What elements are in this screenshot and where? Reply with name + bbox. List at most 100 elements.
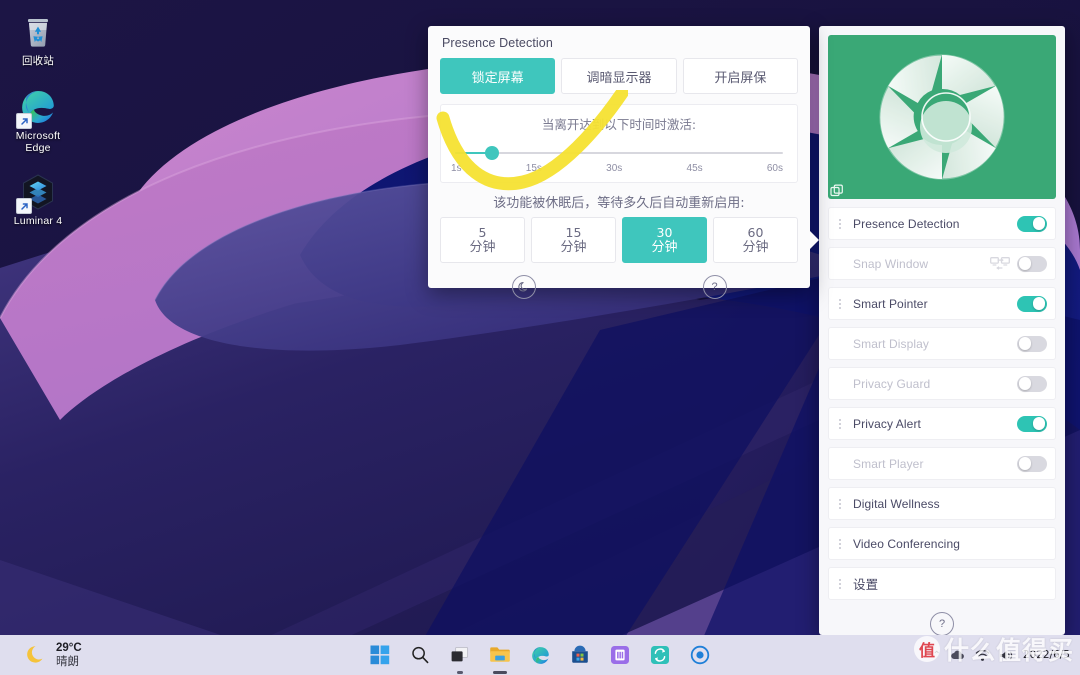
feature-settings[interactable]: 设置: [828, 567, 1056, 600]
feature-toggle[interactable]: [1017, 415, 1047, 432]
help-button[interactable]: ?: [702, 275, 727, 299]
sleep-moon-button[interactable]: [511, 275, 536, 299]
feature-toggle[interactable]: [1017, 295, 1047, 312]
action-lock-screen[interactable]: 锁定屏幕: [440, 58, 556, 94]
task-view-icon: [451, 646, 469, 662]
feature-label: Smart Player: [853, 456, 924, 471]
slider-knob[interactable]: [484, 146, 499, 160]
microsoft-store-icon: [572, 645, 588, 663]
resume-option-30[interactable]: 30 分钟: [622, 217, 707, 263]
popup-footer-right: ?: [619, 275, 810, 299]
shortcut-arrow-icon: [16, 198, 32, 214]
microsoft-edge-icon: [16, 87, 58, 129]
drag-handle-icon[interactable]: [835, 298, 845, 309]
feature-privacy-guard[interactable]: Privacy Guard: [828, 367, 1056, 400]
drag-handle-icon[interactable]: [835, 538, 845, 549]
resume-option-unit: 分钟: [651, 239, 678, 255]
feature-label: Smart Pointer: [853, 296, 928, 311]
panel-help-button[interactable]: ?: [930, 612, 954, 636]
microsoft-edge-button[interactable]: [528, 643, 552, 667]
file-explorer-icon: [490, 647, 510, 662]
resume-option-value: 15: [565, 224, 582, 240]
activation-delay-section: 当离开达到以下时间时激活: 1s 15s 30s 45s 60s: [440, 104, 798, 183]
task-view-button[interactable]: [448, 643, 472, 674]
feature-label: Privacy Alert: [853, 416, 921, 431]
microsoft-edge-icon: [531, 646, 549, 664]
feature-label: Snap Window: [853, 256, 929, 271]
slider-tick-labels: 1s 15s 30s 45s 60s: [451, 163, 783, 174]
feature-digital-wellness[interactable]: Digital Wellness: [828, 487, 1056, 520]
feature-toggle[interactable]: [1017, 255, 1047, 272]
resume-option-unit: 分钟: [560, 239, 587, 255]
microsoft-store-button[interactable]: [568, 643, 592, 667]
resume-option-5[interactable]: 5 分钟: [440, 217, 525, 263]
resume-delay-options: 5 分钟 15 分钟 30 分钟 60 分钟: [428, 211, 810, 263]
desktop-icon-label: Luminar 4: [13, 215, 63, 227]
panel-hero-banner[interactable]: [828, 35, 1056, 199]
popup-footer: ?: [428, 263, 810, 299]
feature-smart-player[interactable]: Smart Player: [828, 447, 1056, 480]
moon-icon: [517, 282, 527, 292]
action-start-screensaver[interactable]: 开启屏保: [682, 58, 798, 94]
feature-toggle[interactable]: [1017, 215, 1047, 232]
desktop-icon-luminar-4[interactable]: Luminar 4: [2, 168, 74, 229]
action-dim-display[interactable]: 调暗显示器: [561, 58, 677, 94]
desktop-icon-list: 回收站 Microsoft Edge Luminar 4: [0, 0, 80, 229]
popup-pointer-caret: [810, 231, 819, 249]
feature-label: 设置: [853, 577, 879, 592]
feature-smart-pointer[interactable]: Smart Pointer: [828, 287, 1056, 320]
feature-label: Presence Detection: [853, 216, 960, 231]
search-button[interactable]: [408, 643, 432, 667]
purple-app-icon: [611, 646, 629, 664]
resume-option-value: 30: [656, 224, 673, 240]
feature-video-conferencing[interactable]: Video Conferencing: [828, 527, 1056, 560]
taskbar-app-buttons: [0, 643, 1080, 674]
slider-tick: 60s: [766, 163, 783, 174]
activation-delay-slider[interactable]: [455, 142, 783, 164]
feature-privacy-alert[interactable]: Privacy Alert: [828, 407, 1056, 440]
slider-tick: 15s: [525, 163, 542, 174]
feature-smart-display[interactable]: Smart Display: [828, 327, 1056, 360]
resume-option-60[interactable]: 60 分钟: [713, 217, 798, 263]
desktop-icon-microsoft-edge[interactable]: Microsoft Edge: [2, 83, 74, 156]
feature-snap-window[interactable]: Snap Window: [828, 247, 1056, 280]
target-app-button[interactable]: [688, 643, 712, 667]
feature-list: Presence Detection Snap Window Smart Poi: [828, 207, 1056, 600]
feature-label: Smart Display: [853, 336, 929, 351]
purple-app-button[interactable]: [608, 643, 632, 667]
feature-toggle[interactable]: [1017, 375, 1047, 392]
recycle-bin-icon: [18, 12, 58, 52]
drag-handle-icon[interactable]: [835, 218, 845, 229]
resume-delay-caption: 该功能被休眠后，等待多久后自动重新启用:: [493, 196, 745, 211]
sync-app-button[interactable]: [648, 643, 672, 667]
file-explorer-button[interactable]: [488, 643, 512, 674]
feature-label: Digital Wellness: [853, 496, 940, 511]
slider-tick: 1s: [451, 163, 462, 174]
camera-shutter-icon: [879, 54, 1005, 180]
target-app-icon: [690, 645, 710, 665]
windows-start-icon: [370, 645, 390, 665]
resume-option-value: 60: [747, 224, 764, 240]
resume-option-unit: 分钟: [469, 239, 496, 255]
activation-delay-caption: 当离开达到以下时间时激活:: [541, 117, 697, 132]
drag-handle-icon[interactable]: [835, 498, 845, 509]
glance-feature-panel: Presence Detection Snap Window Smart Poi: [819, 26, 1065, 636]
desktop-icon-recycle-bin[interactable]: 回收站: [2, 8, 74, 69]
presence-detection-popup: Presence Detection 锁定屏幕 调暗显示器 开启屏保 当离开达到…: [428, 26, 819, 299]
action-segmented-control: 锁定屏幕 调暗显示器 开启屏保: [428, 50, 810, 94]
slider-track: [455, 152, 783, 154]
resume-option-unit: 分钟: [742, 239, 769, 255]
start-button[interactable]: [368, 643, 392, 667]
luminar-4-icon: [16, 172, 58, 214]
drag-handle-icon[interactable]: [835, 578, 845, 589]
slider-tick: 30s: [606, 163, 623, 174]
desktop-icon-label: Microsoft Edge: [15, 130, 61, 154]
feature-toggle[interactable]: [1017, 335, 1047, 352]
feature-toggle[interactable]: [1017, 455, 1047, 472]
panel-footer: ?: [828, 600, 1056, 636]
resume-option-15[interactable]: 15 分钟: [531, 217, 616, 263]
drag-handle-icon[interactable]: [835, 418, 845, 429]
shortcut-arrow-icon: [16, 113, 32, 129]
search-icon: [412, 646, 429, 664]
feature-presence-detection[interactable]: Presence Detection: [828, 207, 1056, 240]
